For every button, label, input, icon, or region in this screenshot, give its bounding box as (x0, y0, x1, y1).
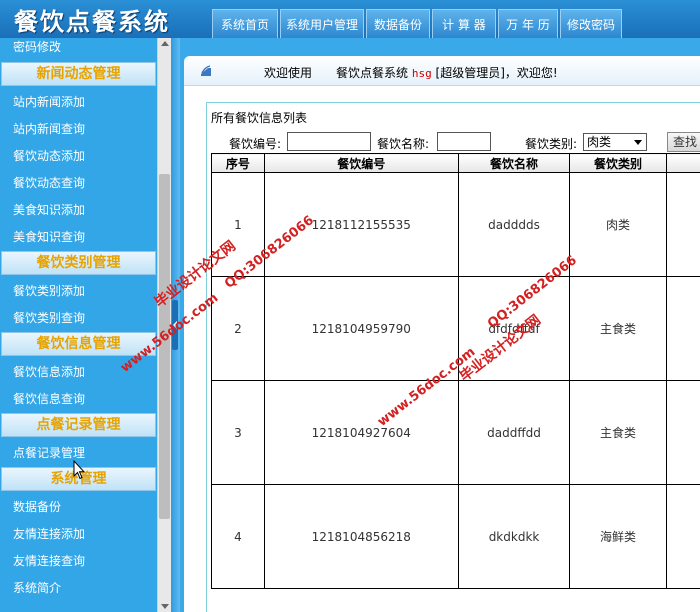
tab-change-password[interactable]: 修改密码 (560, 9, 622, 38)
cell-code: 1218104856218 (263, 484, 459, 589)
welcome-role: [超级管理员]，欢迎您! (435, 66, 558, 80)
app-header: 餐饮点餐系统 系统首页 系统用户管理 数据备份 计 算 器 万 年 历 修改密码 (0, 0, 700, 38)
welcome-label: 欢迎使用 (264, 66, 313, 80)
sidebar-group-orders: 点餐记录管理 (1, 413, 156, 437)
cell-extra (665, 172, 700, 277)
cell-no: 1 (211, 172, 265, 277)
table-row: 4 1218104856218 dkdkdkk 海鲜类 (211, 484, 700, 589)
col-header-extra (665, 153, 700, 173)
sidebar-item-password[interactable]: 密码修改 (0, 38, 157, 56)
sidebar-item-link-add[interactable]: 友情连接添加 (0, 521, 157, 548)
sidebar-item-food-knowledge-add[interactable]: 美食知识添加 (0, 197, 157, 224)
table-row: 3 1218104927604 daddffdd 主食类 (211, 380, 700, 485)
tab-home[interactable]: 系统首页 (212, 9, 278, 38)
sidebar-collapse-button[interactable] (172, 300, 178, 350)
cell-type: 主食类 (569, 276, 667, 381)
sidebar-item-dining-news-add[interactable]: 餐饮动态添加 (0, 143, 157, 170)
type-label: 餐饮类别: (525, 137, 578, 151)
sidebar-item-backup[interactable]: 数据备份 (0, 494, 157, 521)
code-label: 餐饮编号: (229, 137, 282, 151)
tab-calendar[interactable]: 万 年 历 (498, 9, 558, 38)
sidebar-item-link-query[interactable]: 友情连接查询 (0, 548, 157, 575)
sidebar-group-category: 餐饮类别管理 (1, 251, 156, 275)
filter-bar: 餐饮编号: 餐饮名称: 餐饮类别: 肉类 查找 (207, 131, 700, 153)
caret-down-icon (634, 140, 642, 145)
type-select-value: 肉类 (587, 135, 612, 149)
speaker-icon (201, 65, 211, 76)
sidebar-item-news-query[interactable]: 站内新闻查询 (0, 116, 157, 143)
type-select[interactable]: 肉类 (583, 133, 647, 151)
welcome-message: 餐饮点餐系统 hsg [超级管理员]，欢迎您! (336, 64, 558, 81)
cell-type: 主食类 (569, 380, 667, 485)
search-button[interactable]: 查找 (667, 132, 700, 152)
chevron-left-icon (173, 321, 177, 329)
cell-type: 海鲜类 (569, 484, 667, 589)
cell-code: 1218104959790 (263, 276, 459, 381)
welcome-user: hsg (411, 67, 432, 80)
table-header-row: 序号 餐饮编号 餐饮名称 餐饮类别 (211, 153, 700, 173)
cell-name: daddffdd (457, 380, 571, 485)
dish-table: 序号 餐饮编号 餐饮名称 餐饮类别 1 1218112155535 dadddd… (211, 153, 700, 589)
col-header-code: 餐饮编号 (263, 153, 459, 173)
sidebar-item-category-query[interactable]: 餐饮类别查询 (0, 305, 157, 332)
name-input[interactable] (437, 132, 491, 151)
sidebar-item-category-add[interactable]: 餐饮类别添加 (0, 278, 157, 305)
mouse-pointer-icon (73, 460, 85, 480)
tab-user-management[interactable]: 系统用户管理 (280, 9, 364, 38)
cell-no: 3 (211, 380, 265, 485)
col-header-name: 餐饮名称 (457, 153, 571, 173)
sidebar-item-dish-query[interactable]: 餐饮信息查询 (0, 386, 157, 413)
dish-list-panel: 所有餐饮信息列表 餐饮编号: 餐饮名称: 餐饮类别: 肉类 查找 序号 餐饮编号… (206, 102, 700, 612)
panel-title: 所有餐饮信息列表 (211, 111, 308, 125)
code-input[interactable] (287, 132, 371, 151)
scroll-down-icon[interactable] (161, 604, 169, 609)
col-header-type: 餐饮类别 (569, 153, 667, 173)
table-row: 2 1218104959790 dfdfdffdf 主食类 (211, 276, 700, 381)
tab-calculator[interactable]: 计 算 器 (432, 9, 496, 38)
cell-name: dadddds (457, 172, 571, 277)
top-nav: 系统首页 系统用户管理 数据备份 计 算 器 万 年 历 修改密码 (212, 9, 624, 38)
sidebar-group-news: 新闻动态管理 (1, 62, 156, 86)
app-title: 餐饮点餐系统 (14, 7, 170, 36)
sidebar-group-dish-info: 餐饮信息管理 (1, 332, 156, 356)
cell-extra (665, 380, 700, 485)
sidebar: 密码修改 新闻动态管理 站内新闻添加 站内新闻查询 餐饮动态添加 餐饮动态查询 … (0, 38, 157, 612)
cell-name: dfdfdffdf (457, 276, 571, 381)
cell-type: 肉类 (569, 172, 667, 277)
sidebar-item-food-knowledge-query[interactable]: 美食知识查询 (0, 224, 157, 251)
cell-name: dkdkdkk (457, 484, 571, 589)
cell-extra (665, 276, 700, 381)
main-area: 欢迎使用 餐饮点餐系统 hsg [超级管理员]，欢迎您! 所有餐饮信息列表 餐饮… (180, 38, 700, 612)
sidebar-item-news-add[interactable]: 站内新闻添加 (0, 89, 157, 116)
table-row: 1 1218112155535 dadddds 肉类 (211, 172, 700, 277)
sidebar-item-dining-news-query[interactable]: 餐饮动态查询 (0, 170, 157, 197)
cell-no: 4 (211, 484, 265, 589)
col-header-no: 序号 (211, 153, 265, 173)
name-label: 餐饮名称: (377, 137, 430, 151)
sidebar-item-system-intro[interactable]: 系统简介 (0, 575, 157, 602)
cell-no: 2 (211, 276, 265, 381)
tab-data-backup[interactable]: 数据备份 (366, 9, 430, 38)
sidebar-scrollbar[interactable] (157, 38, 171, 612)
scroll-thumb[interactable] (159, 174, 170, 519)
cell-code: 1218104927604 (263, 380, 459, 485)
scroll-up-icon[interactable] (161, 41, 169, 46)
welcome-bar: 欢迎使用 餐饮点餐系统 hsg [超级管理员]，欢迎您! (184, 56, 700, 86)
welcome-system: 餐饮点餐系统 (336, 66, 409, 80)
cell-extra (665, 484, 700, 589)
content-frame: 欢迎使用 餐饮点餐系统 hsg [超级管理员]，欢迎您! 所有餐饮信息列表 餐饮… (184, 56, 700, 612)
cell-code: 1218112155535 (263, 172, 459, 277)
sidebar-item-dish-add[interactable]: 餐饮信息添加 (0, 359, 157, 386)
